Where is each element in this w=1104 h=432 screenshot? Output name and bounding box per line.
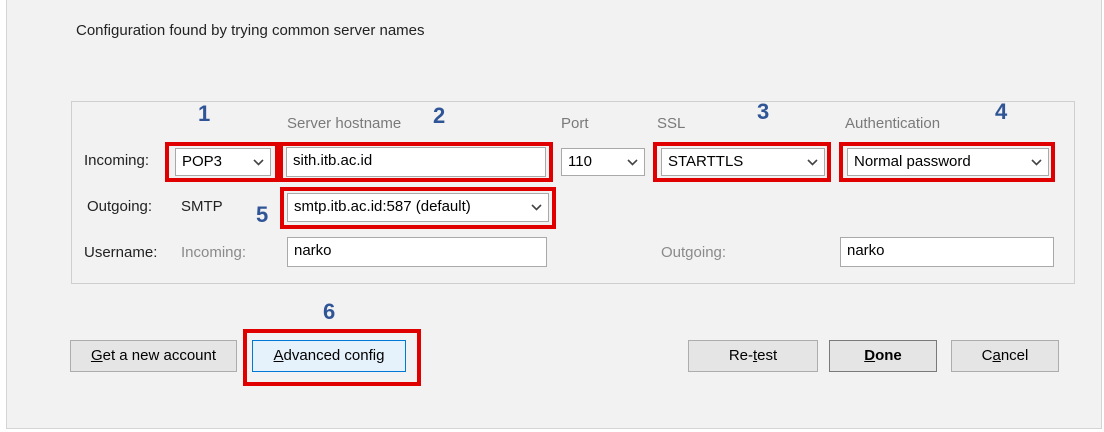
annotation-6: 6 xyxy=(323,299,336,324)
chevron-down-icon xyxy=(806,149,818,175)
header-port: Port xyxy=(561,115,589,132)
incoming-authentication-value: Normal password xyxy=(854,153,971,170)
incoming-ssl-select[interactable]: STARTTLS xyxy=(661,148,825,176)
incoming-ssl-value: STARTTLS xyxy=(668,153,744,170)
outgoing-protocol: SMTP xyxy=(181,198,223,215)
incoming-authentication-select[interactable]: Normal password xyxy=(847,148,1049,176)
username-incoming-input[interactable]: narko xyxy=(287,237,547,267)
dialog-title: Configuration found by trying common ser… xyxy=(76,22,425,39)
incoming-port-value: 110 xyxy=(568,153,592,170)
cancel-button[interactable]: Cancel xyxy=(951,340,1059,372)
incoming-port-select[interactable]: 110 xyxy=(561,148,645,176)
retest-button[interactable]: Re-test xyxy=(688,340,818,372)
advanced-config-button[interactable]: Advanced config xyxy=(252,340,406,372)
outgoing-server-select[interactable]: smtp.itb.ac.id:587 (default) xyxy=(287,193,549,222)
chevron-down-icon xyxy=(626,149,638,175)
username-label: Username: xyxy=(84,244,158,261)
header-authentication: Authentication xyxy=(845,115,941,132)
outgoing-label: Outgoing: xyxy=(87,198,153,215)
incoming-protocol-select[interactable]: POP3 xyxy=(175,148,271,176)
header-ssl: SSL xyxy=(657,115,686,132)
chevron-down-icon xyxy=(1030,149,1042,175)
annotation-4: 4 xyxy=(995,99,1008,124)
annotation-2: 2 xyxy=(433,103,446,128)
annotation-3: 3 xyxy=(757,99,770,124)
chevron-down-icon xyxy=(530,194,542,220)
username-outgoing-label: Outgoing: xyxy=(661,244,727,261)
incoming-hostname-input[interactable]: sith.itb.ac.id xyxy=(286,147,546,177)
account-setup-dialog: Configuration found by trying common ser… xyxy=(6,0,1102,429)
done-button[interactable]: Done xyxy=(829,340,937,372)
annotation-5: 5 xyxy=(256,202,269,227)
incoming-label: Incoming: xyxy=(84,152,150,169)
annotation-1: 1 xyxy=(198,101,211,126)
outgoing-server-value: smtp.itb.ac.id:587 (default) xyxy=(294,198,471,215)
username-outgoing-input[interactable]: narko xyxy=(840,237,1054,267)
incoming-protocol-value: POP3 xyxy=(182,153,223,170)
chevron-down-icon xyxy=(252,149,264,175)
get-new-account-button[interactable]: Get a new account xyxy=(70,340,237,372)
header-server-hostname: Server hostname xyxy=(287,115,402,132)
username-incoming-label: Incoming: xyxy=(181,244,247,261)
